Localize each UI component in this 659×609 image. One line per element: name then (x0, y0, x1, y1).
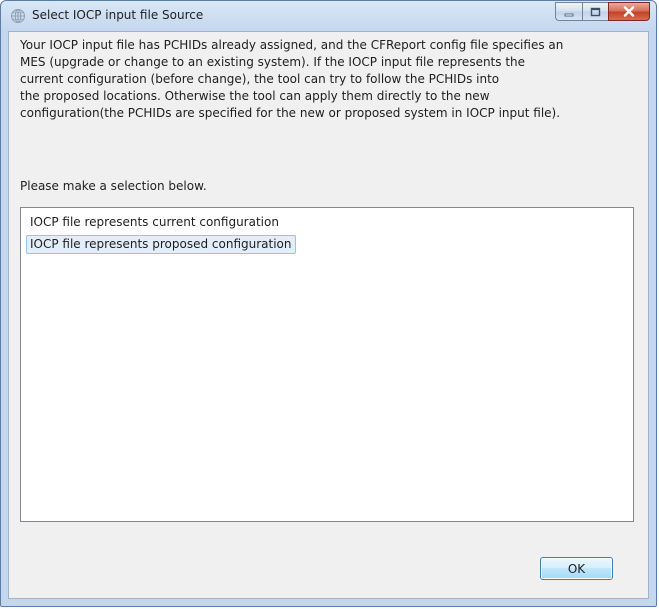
list-item-current-configuration[interactable]: IOCP file represents current configurati… (26, 213, 283, 232)
minimize-icon (564, 2, 574, 21)
dialog-client-area: Your IOCP input file has PCHIDs already … (8, 31, 649, 599)
ok-button[interactable]: OK (540, 557, 613, 580)
close-icon (623, 2, 635, 21)
list-item-proposed-configuration[interactable]: IOCP file represents proposed configurat… (26, 235, 296, 254)
window-title: Select IOCP input file Source (32, 8, 204, 22)
minimize-button[interactable] (555, 2, 582, 21)
caption-buttons (555, 2, 650, 22)
option-listbox[interactable]: IOCP file represents current configurati… (20, 207, 634, 522)
selection-prompt: Please make a selection below. (20, 179, 207, 193)
close-button[interactable] (608, 2, 650, 21)
title-bar[interactable]: Select IOCP input file Source (1, 1, 656, 31)
dialog-message: Your IOCP input file has PCHIDs already … (20, 38, 564, 120)
maximize-icon (590, 2, 601, 21)
maximize-button[interactable] (582, 2, 608, 21)
dialog-window: Select IOCP input file Source Your IOCP … (0, 0, 657, 607)
globe-app-icon (10, 8, 26, 24)
